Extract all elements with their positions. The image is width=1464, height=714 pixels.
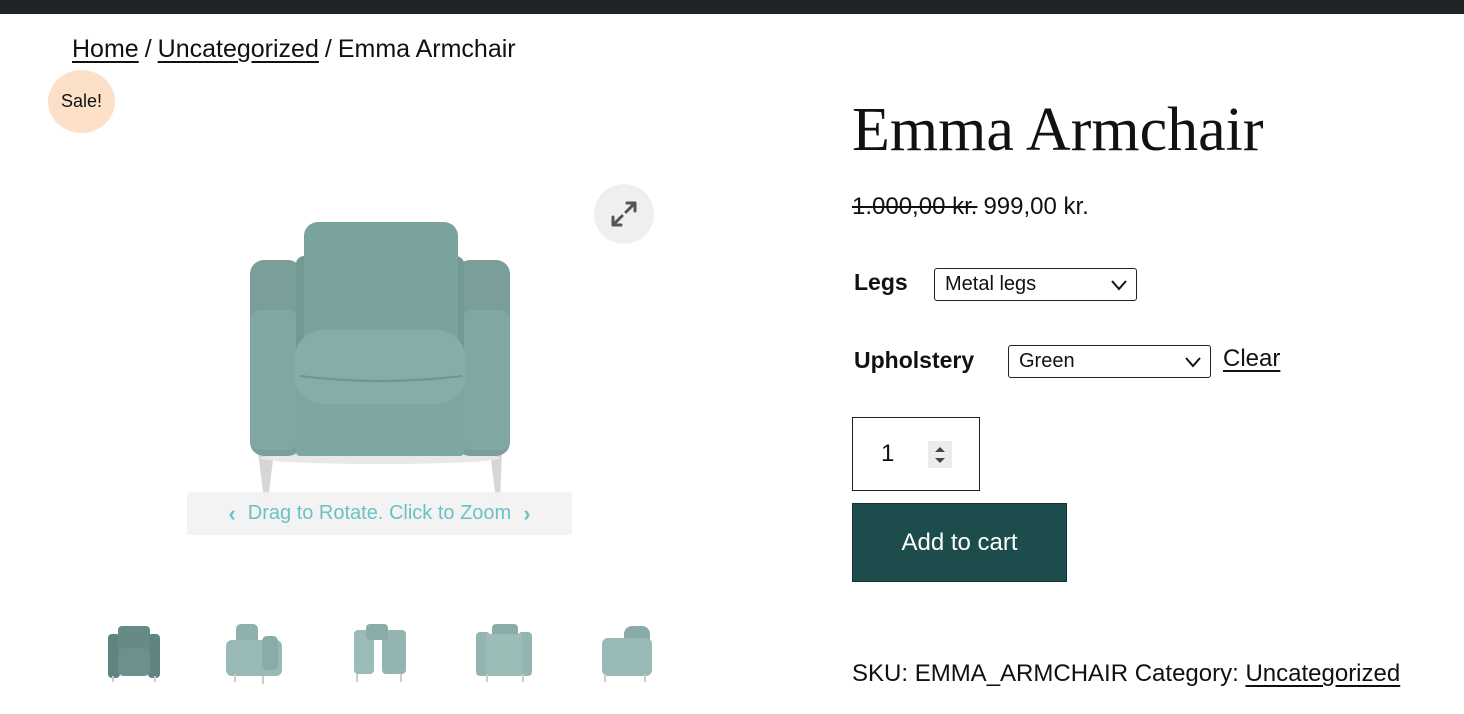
category-link[interactable]: Uncategorized	[1245, 660, 1400, 687]
armchair-side-thumbnail-icon	[354, 624, 406, 682]
upholstery-label: Upholstery	[854, 347, 975, 373]
gallery-thumbnail[interactable]	[472, 618, 536, 686]
chevron-left-icon[interactable]: ‹	[228, 501, 235, 527]
clear-variations-link[interactable]: Clear	[1223, 345, 1280, 373]
armchair-image	[250, 222, 510, 500]
product-title: Emma Armchair	[852, 96, 1264, 164]
top-nav-bar	[0, 0, 1464, 14]
breadcrumb-current: Emma Armchair	[337, 35, 516, 63]
legs-select[interactable]: Metal legs	[934, 268, 1137, 301]
gallery-thumbnail[interactable]	[102, 618, 166, 686]
chevron-down-icon	[1185, 357, 1201, 368]
legs-selected-value: Metal legs	[945, 273, 1037, 295]
chevron-right-icon[interactable]: ›	[523, 501, 530, 527]
quantity-spinner[interactable]	[928, 441, 952, 468]
breadcrumb: Home / Uncategorized / Emma Armchair	[72, 32, 516, 66]
sku-label: SKU:	[852, 660, 909, 687]
upholstery-select[interactable]: Green	[1008, 345, 1211, 378]
gallery-thumbnail[interactable]	[596, 618, 660, 686]
breadcrumb-separator: /	[324, 35, 332, 63]
legs-label: Legs	[854, 269, 908, 295]
fullscreen-zoom-button[interactable]	[594, 184, 654, 244]
expand-icon	[611, 201, 637, 227]
breadcrumb-category-link[interactable]: Uncategorized	[158, 35, 319, 63]
quantity-value[interactable]: 1	[881, 440, 894, 468]
rotate-hint-bar[interactable]: ‹ Drag to Rotate. Click to Zoom ›	[187, 492, 572, 535]
upholstery-selected-value: Green	[1019, 350, 1075, 372]
rotate-hint-text: Drag to Rotate. Click to Zoom	[247, 502, 512, 524]
add-to-cart-button[interactable]: Add to cart	[852, 503, 1067, 582]
category-label: Category:	[1134, 660, 1239, 687]
breadcrumb-home-link[interactable]: Home	[72, 35, 139, 63]
sale-price: 999,00 kr.	[983, 193, 1089, 220]
chevron-down-icon	[1111, 280, 1127, 291]
gallery-thumbnail[interactable]	[222, 618, 286, 686]
armchair-angle-thumbnail-icon	[226, 624, 282, 684]
armchair-front-thumbnail-icon	[108, 626, 160, 682]
quantity-stepper[interactable]: 1	[852, 417, 980, 491]
gallery-thumbnail[interactable]	[346, 618, 410, 686]
breadcrumb-separator: /	[144, 35, 152, 63]
armchair-profile-thumbnail-icon	[602, 626, 652, 682]
sku-value: EMMA_ARMCHAIR	[914, 660, 1129, 687]
armchair-back-thumbnail-icon	[476, 624, 532, 682]
product-price: 1.000,00 kr. 999,00 kr.	[852, 192, 1089, 222]
sale-badge: Sale!	[48, 70, 115, 133]
product-meta: SKU: EMMA_ARMCHAIR Category: Uncategoriz…	[852, 658, 1400, 690]
spinner-arrows-icon	[935, 447, 945, 463]
product-main-image[interactable]	[200, 190, 560, 510]
regular-price: 1.000,00 kr.	[852, 193, 978, 220]
